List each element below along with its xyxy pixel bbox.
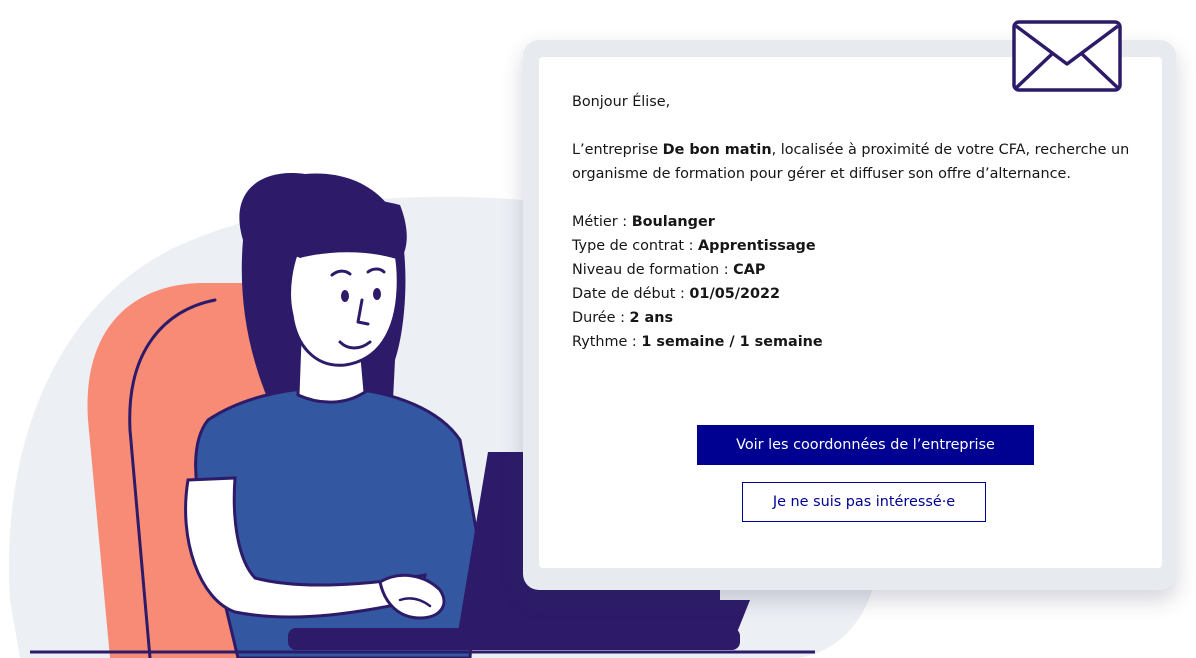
detail-job: Métier : Boulanger bbox=[572, 210, 1132, 234]
intro-before: L’entreprise bbox=[572, 142, 663, 158]
detail-duration: Durée : 2 ans bbox=[572, 306, 1132, 330]
company-name: De bon matin bbox=[662, 142, 772, 158]
email-body: Bonjour Élise, L’entreprise De bon matin… bbox=[539, 57, 1162, 568]
detail-value: Boulanger bbox=[631, 214, 715, 230]
scene: Bonjour Élise, L’entreprise De bon matin… bbox=[0, 0, 1196, 658]
detail-value: 2 ans bbox=[629, 310, 674, 326]
email-message: Bonjour Élise, L’entreprise De bon matin… bbox=[572, 90, 1132, 354]
detail-label: Type de contrat : bbox=[572, 238, 699, 254]
intro-paragraph: L’entreprise De bon matin, localisée à p… bbox=[572, 138, 1132, 186]
detail-label: Rythme : bbox=[572, 334, 642, 350]
detail-label: Durée : bbox=[572, 310, 630, 326]
detail-start-date: Date de début : 01/05/2022 bbox=[572, 282, 1132, 306]
detail-level: Niveau de formation : CAP bbox=[572, 258, 1132, 282]
detail-value: CAP bbox=[733, 262, 766, 278]
envelope-icon bbox=[1012, 20, 1122, 92]
detail-label: Métier : bbox=[572, 214, 632, 230]
detail-label: Date de début : bbox=[572, 286, 690, 302]
email-card: Bonjour Élise, L’entreprise De bon matin… bbox=[523, 40, 1176, 590]
detail-label: Niveau de formation : bbox=[572, 262, 734, 278]
detail-rhythm: Rythme : 1 semaine / 1 semaine bbox=[572, 330, 1132, 354]
shirt bbox=[194, 386, 480, 658]
greeting: Bonjour Élise, bbox=[572, 94, 671, 110]
detail-value: 01/05/2022 bbox=[689, 286, 781, 302]
detail-value: Apprentissage bbox=[698, 238, 816, 254]
not-interested-button[interactable]: Je ne suis pas intéressé·e bbox=[742, 482, 986, 522]
detail-value: 1 semaine / 1 semaine bbox=[641, 334, 823, 350]
view-company-contact-button[interactable]: Voir les coordonnées de l’entreprise bbox=[697, 425, 1034, 465]
detail-contract: Type de contrat : Apprentissage bbox=[572, 234, 1132, 258]
